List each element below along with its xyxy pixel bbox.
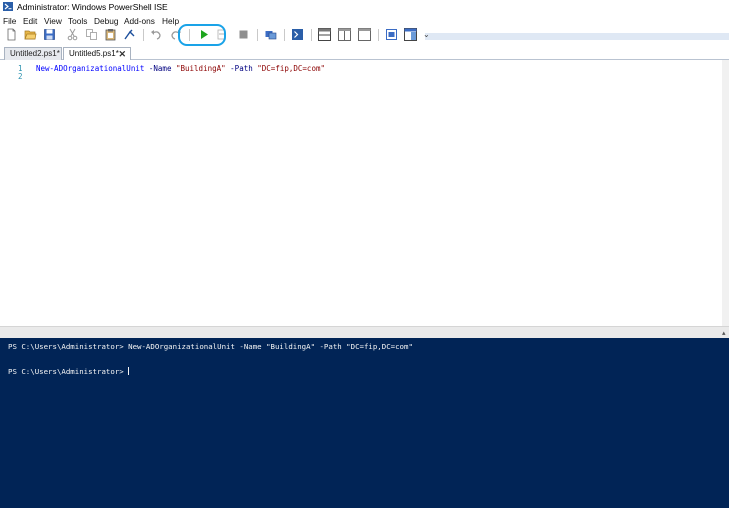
code-string: "BuildingA" bbox=[175, 64, 226, 73]
code-string: "DC=fip,DC=com" bbox=[257, 64, 325, 73]
menu-tools[interactable]: Tools bbox=[68, 16, 87, 26]
toolbar-separator bbox=[284, 29, 285, 41]
toolbar-separator bbox=[257, 29, 258, 41]
code-cmdlet: New-ADOrganizationalUnit bbox=[36, 64, 145, 73]
show-script-pane-right-icon[interactable] bbox=[338, 28, 351, 41]
tab-label: Untitled5.ps1* bbox=[69, 49, 119, 58]
new-remote-tab-icon[interactable] bbox=[264, 28, 277, 41]
toolbar-separator bbox=[378, 29, 379, 41]
code-parameter: -Name bbox=[148, 64, 172, 73]
powershell-ise-icon bbox=[3, 2, 13, 11]
toolbar-strip bbox=[425, 33, 729, 40]
code-line[interactable]: New-ADOrganizationalUnit -Name "Building… bbox=[36, 64, 325, 73]
text-cursor bbox=[128, 367, 130, 375]
show-script-pane-top-icon[interactable] bbox=[318, 28, 331, 41]
show-script-pane-maximized-icon[interactable] bbox=[358, 28, 371, 41]
tab-label: Untitled2.ps1* bbox=[10, 49, 60, 58]
tab-untitled5[interactable]: Untitled5.ps1* ✕ bbox=[63, 47, 131, 60]
menu-file[interactable]: File bbox=[3, 16, 16, 26]
open-folder-icon[interactable] bbox=[24, 28, 37, 41]
menu-add-ons[interactable]: Add-ons bbox=[124, 16, 155, 26]
code-parameter: -Path bbox=[230, 64, 253, 73]
paste-icon[interactable] bbox=[104, 28, 117, 41]
show-command-add-on-icon[interactable] bbox=[404, 28, 417, 41]
title-bar: Administrator: Windows PowerShell ISE bbox=[0, 0, 729, 14]
toolbar: ⌄ bbox=[0, 26, 729, 44]
menu-debug[interactable]: Debug bbox=[94, 16, 118, 26]
save-icon[interactable] bbox=[43, 28, 56, 41]
start-powershell-icon[interactable] bbox=[291, 28, 304, 41]
undo-icon[interactable] bbox=[150, 28, 163, 41]
copy-icon[interactable] bbox=[85, 28, 98, 41]
collapse-pane-icon[interactable]: ▴ bbox=[722, 329, 726, 337]
window-title: Administrator: Windows PowerShell ISE bbox=[17, 2, 168, 12]
toolbar-separator bbox=[143, 29, 144, 41]
pane-splitter[interactable]: ▴ bbox=[0, 326, 729, 338]
menu-bar: File Edit View Tools Debug Add-ons Help bbox=[0, 15, 729, 26]
stop-operation-icon[interactable] bbox=[237, 28, 250, 41]
menu-view[interactable]: View bbox=[44, 16, 62, 26]
script-editor[interactable]: 1 2 New-ADOrganizationalUnit -Name "Buil… bbox=[0, 60, 729, 326]
script-tabs: Untitled2.ps1* Untitled5.ps1* ✕ bbox=[0, 45, 729, 60]
editor-scrollbar[interactable] bbox=[722, 60, 729, 326]
close-icon[interactable]: ✕ bbox=[118, 48, 126, 60]
menu-help[interactable]: Help bbox=[162, 16, 179, 26]
show-command-window-icon[interactable] bbox=[385, 28, 398, 41]
clear-console-icon[interactable] bbox=[123, 28, 136, 41]
cut-icon[interactable] bbox=[66, 28, 79, 41]
console-pane[interactable]: PS C:\Users\Administrator> New-ADOrganiz… bbox=[0, 338, 729, 508]
menu-edit[interactable]: Edit bbox=[23, 16, 37, 26]
toolbar-overflow-icon[interactable]: ⌄ bbox=[423, 30, 430, 39]
console-prompt: PS C:\Users\Administrator> bbox=[8, 367, 129, 376]
run-script-highlight bbox=[178, 24, 226, 46]
tab-untitled2[interactable]: Untitled2.ps1* bbox=[4, 47, 62, 60]
console-output-line: PS C:\Users\Administrator> New-ADOrganiz… bbox=[8, 342, 413, 351]
line-number: 2 bbox=[18, 72, 23, 81]
toolbar-separator bbox=[311, 29, 312, 41]
new-script-icon[interactable] bbox=[5, 28, 18, 41]
console-prompt-line[interactable]: PS C:\Users\Administrator> bbox=[8, 367, 130, 376]
